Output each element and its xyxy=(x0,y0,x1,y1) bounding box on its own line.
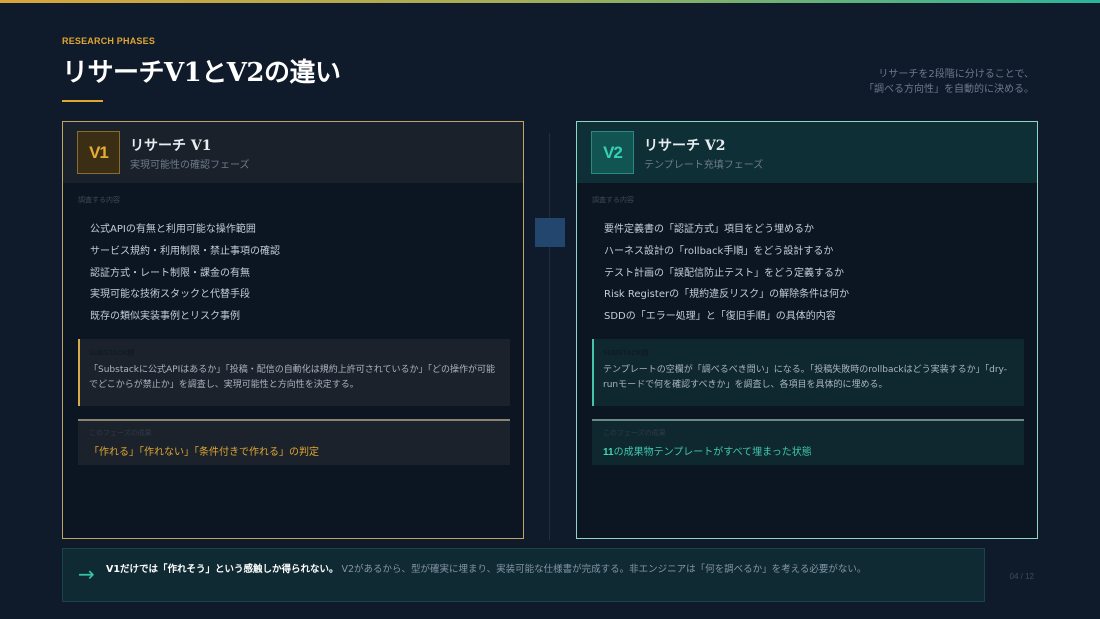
v2-section-label: 調査する内容 xyxy=(592,196,634,204)
card-v1: V1 リサーチ V1 実現可能性の確認フェーズ 調査する内容 公式APIの有無と… xyxy=(62,121,524,539)
v2-result-label: このフェーズの成果 xyxy=(603,429,666,437)
list-item: テスト計画の「誤配信防止テスト」をどう定義するか xyxy=(604,267,844,279)
card-v2-header: V2 リサーチ V2 テンプレート充填フェーズ xyxy=(577,122,1037,183)
v1-result-box: このフェーズの成果 「作れる」「作れない」「条件付きで作れる」の判定 xyxy=(78,419,510,465)
list-item: 要件定義書の「認証方式」項目をどう埋めるか xyxy=(604,224,814,235)
footer-text: V1だけでは「作れそう」という感触しか得られない。 V2があるから、型が確実に埋… xyxy=(106,563,866,577)
footer-callout: → V1だけでは「作れそう」という感触しか得られない。 V2があるから、型が確実… xyxy=(62,548,985,602)
card-v1-header: V1 リサーチ V1 実現可能性の確認フェーズ xyxy=(63,122,523,183)
card-v2-subtitle: テンプレート充填フェーズ xyxy=(644,160,764,171)
v1-badge: V1 xyxy=(77,131,120,174)
v1-example-text: 「Substackに公式APIはあるか」「投稿・配信の自動化は規約上許可されてい… xyxy=(89,365,495,390)
footer-normal-text: V2があるから、型が確実に埋まり、実装可能な仕様書が完成する。非エンジニアは「何… xyxy=(341,564,867,575)
list-item: 公式APIの有無と利用可能な操作範囲 xyxy=(90,224,256,235)
v2-result-text-body: の成果物テンプレートがすべて埋まった状態 xyxy=(613,447,812,458)
v1-item-list: 公式APIの有無と利用可能な操作範囲 サービス規約・利用制限・禁止事項の確認 認… xyxy=(90,223,280,332)
list-item: ハーネス設計の「rollback手順」をどう設計するか xyxy=(604,245,834,257)
page-subtitle: リサーチを2段階に分けることで、 「調べる方向性」を自動的に決める。 xyxy=(864,67,1034,97)
v1-section-label: 調査する内容 xyxy=(78,196,120,204)
list-item: Risk Registerの「規約違反リスク」の解除条件は何か xyxy=(604,289,850,301)
v2-item-list: 要件定義書の「認証方式」項目をどう埋めるか ハーネス設計の「rollback手順… xyxy=(604,223,849,332)
page-title: リサーチV1とV2の違い xyxy=(62,58,341,88)
v2-example-box: SUBSTACK例 テンプレートの空欄が「調べるべき問い」になる。「投稿失敗時の… xyxy=(592,339,1024,406)
list-item: サービス規約・利用制限・禁止事項の確認 xyxy=(90,245,280,257)
v1-result-label: このフェーズの成果 xyxy=(89,429,152,437)
card-v1-title: リサーチ V1 xyxy=(130,138,212,154)
center-divider xyxy=(549,133,550,540)
page-number: 04 / 12 xyxy=(1009,572,1034,581)
v1-result-text: 「作れる」「作れない」「条件付きで作れる」の判定 xyxy=(89,447,319,458)
v2-badge: V2 xyxy=(591,131,634,174)
card-v1-subtitle: 実現可能性の確認フェーズ xyxy=(130,160,250,171)
top-gradient-bar xyxy=(0,0,1100,3)
subtitle-line-2: 「調べる方向性」を自動的に決める。 xyxy=(864,84,1034,95)
list-item: 既存の類似実装事例とリスク事例 xyxy=(90,311,240,323)
divider-block xyxy=(535,218,565,247)
v2-result-box: このフェーズの成果 11の成果物テンプレートがすべて埋まった状態 xyxy=(592,419,1024,465)
section-eyebrow: RESEARCH PHASES xyxy=(62,36,156,46)
arrow-right-icon: → xyxy=(78,562,95,586)
v1-example-label: SUBSTACK例 xyxy=(89,350,135,357)
card-v2: V2 リサーチ V2 テンプレート充填フェーズ 調査する内容 要件定義書の「認証… xyxy=(576,121,1038,539)
v2-example-text: テンプレートの空欄が「調べるべき問い」になる。「投稿失敗時のrollbackはど… xyxy=(603,365,1007,390)
v2-example-label: SUBSTACK例 xyxy=(603,350,649,357)
v1-example-box: SUBSTACK例 「Substackに公式APIはあるか」「投稿・配信の自動化… xyxy=(78,339,510,406)
title-underline xyxy=(62,100,103,102)
list-item: 実現可能な技術スタックと代替手段 xyxy=(90,289,250,301)
v2-result-number: 11 xyxy=(603,447,614,458)
list-item: SDDの「エラー処理」と「復旧手順」の具体的内容 xyxy=(604,311,836,323)
v2-result-text: 11の成果物テンプレートがすべて埋まった状態 xyxy=(603,443,812,458)
list-item: 認証方式・レート制限・課金の有無 xyxy=(90,267,250,279)
card-v2-title: リサーチ V2 xyxy=(644,138,726,154)
footer-strong-text: V1だけでは「作れそう」という感触しか得られない。 xyxy=(106,564,339,575)
subtitle-line-1: リサーチを2段階に分けることで、 xyxy=(878,69,1034,80)
